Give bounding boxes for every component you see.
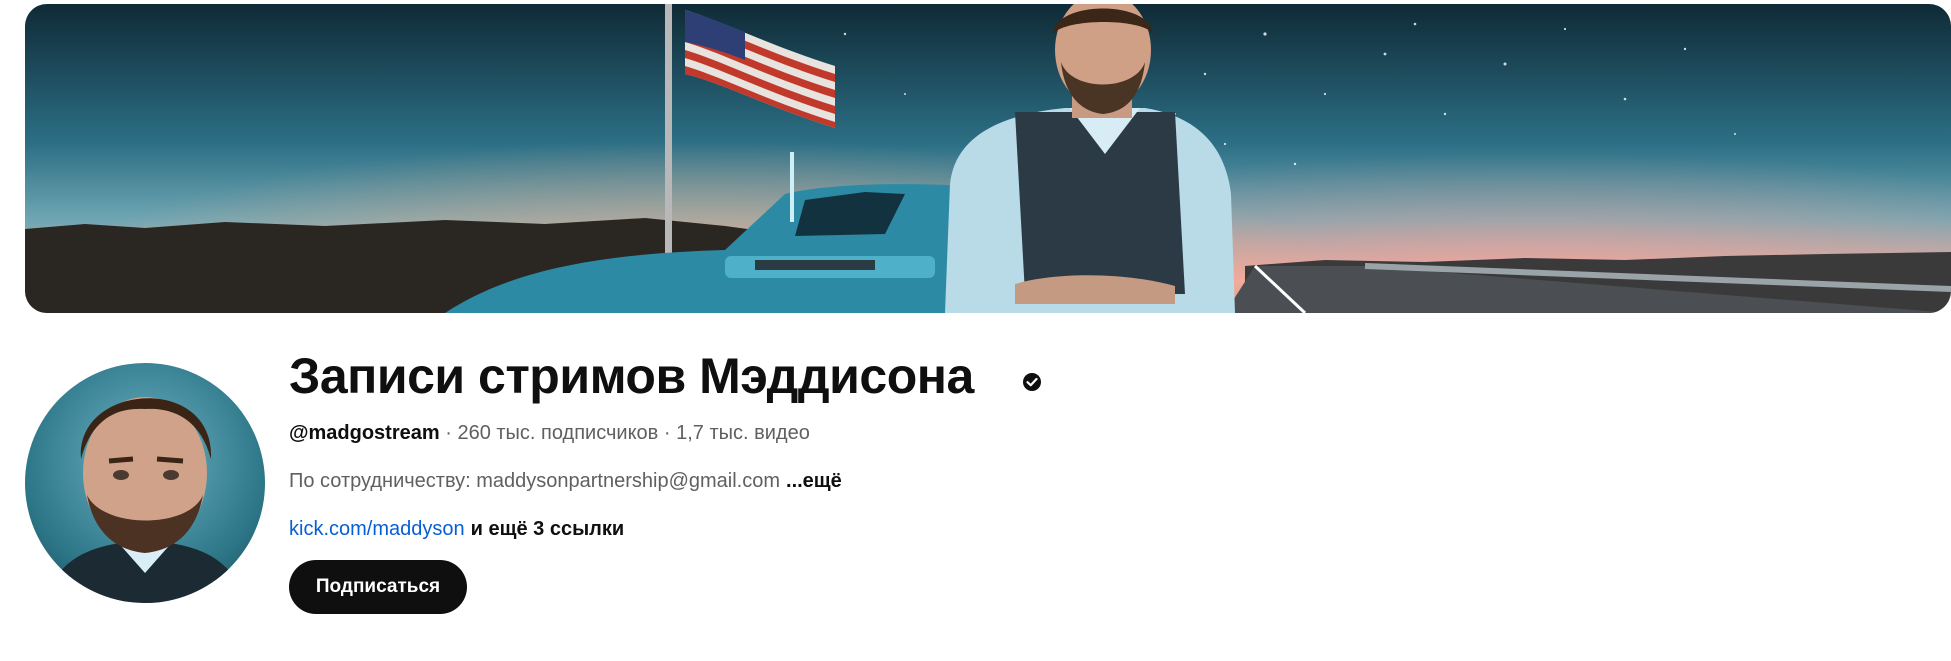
description-more-button[interactable]: ...ещё xyxy=(786,470,842,492)
channel-description[interactable]: По сотрудничеству: maddysonpartnership@g… xyxy=(289,467,842,495)
subscriber-count: 260 тыс. подписчиков xyxy=(457,422,659,444)
channel-banner xyxy=(25,4,1951,313)
channel-links: kick.com/maddyson и ещё 3 ссылки xyxy=(289,515,624,543)
verified-check-icon xyxy=(1023,373,1041,391)
banner-artwork xyxy=(25,4,1951,313)
banner-man xyxy=(945,4,1235,313)
description-text: По сотрудничеству: maddysonpartnership@g… xyxy=(289,470,781,492)
video-count: 1,7 тыс. видео xyxy=(676,422,810,444)
meta-separator: · xyxy=(663,422,671,444)
channel-title: Записи стримов Мэддисона xyxy=(289,348,974,404)
subscribe-button[interactable]: Подписаться xyxy=(289,560,467,614)
channel-external-link[interactable]: kick.com/maddyson xyxy=(289,518,465,540)
meta-separator: · xyxy=(445,422,452,444)
channel-handle: @madgostream xyxy=(289,422,440,444)
channel-meta: @madgostream · 260 тыс. подписчиков · 1,… xyxy=(289,419,810,447)
banner-flag xyxy=(685,10,835,128)
banner-flagpole xyxy=(665,4,672,279)
more-links-button[interactable]: и ещё 3 ссылки xyxy=(471,518,625,540)
channel-avatar[interactable] xyxy=(25,363,265,603)
banner-stars xyxy=(783,22,1736,166)
avatar-portrait xyxy=(45,397,245,603)
